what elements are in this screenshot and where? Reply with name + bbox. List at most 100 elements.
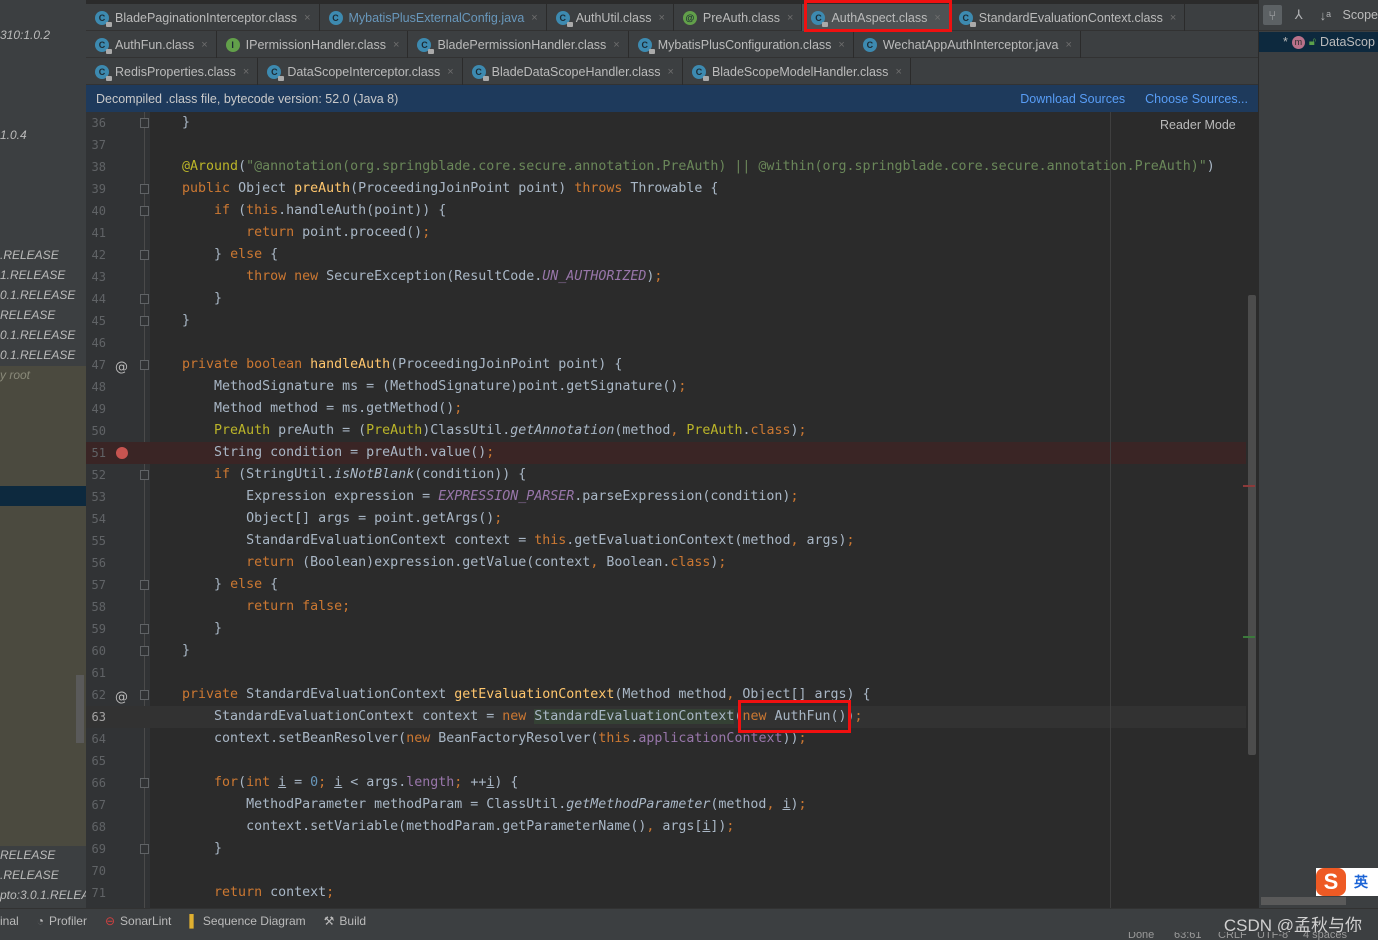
status-task[interactable]: Done: [1128, 932, 1154, 940]
line-number[interactable]: 67: [86, 794, 106, 816]
fold-marker-icon[interactable]: [140, 316, 149, 326]
line-number[interactable]: 62: [86, 684, 106, 706]
line-number[interactable]: 56: [86, 552, 106, 574]
fold-marker-icon[interactable]: [140, 294, 149, 304]
code-line[interactable]: 64 context.setBeanResolver(new BeanFacto…: [86, 728, 1246, 750]
close-icon[interactable]: ×: [393, 39, 399, 51]
close-icon[interactable]: ×: [668, 66, 674, 78]
line-number[interactable]: 44: [86, 288, 106, 310]
fold-marker-icon[interactable]: [140, 118, 149, 128]
line-number[interactable]: 43: [86, 266, 106, 288]
line-number[interactable]: 54: [86, 508, 106, 530]
fold-marker-icon[interactable]: [140, 690, 149, 700]
close-icon[interactable]: ×: [1170, 12, 1176, 24]
line-number[interactable]: 55: [86, 530, 106, 552]
line-number[interactable]: 45: [86, 310, 106, 332]
tree-item[interactable]: .RELEASE: [0, 245, 59, 265]
close-icon[interactable]: ×: [934, 12, 940, 24]
terminal-tool-button[interactable]: inal: [0, 914, 19, 928]
line-number[interactable]: 50: [86, 420, 106, 442]
close-icon[interactable]: ×: [243, 66, 249, 78]
code-line[interactable]: 63 StandardEvaluationContext context = n…: [86, 706, 1246, 728]
code-line[interactable]: 37: [86, 134, 1246, 156]
build-tool-button[interactable]: ⚒ Build: [324, 914, 366, 928]
file-encoding[interactable]: UTF-8: [1257, 932, 1288, 940]
tab-preauth-class[interactable]: @ PreAuth.class ×: [674, 4, 803, 31]
fold-marker-icon[interactable]: [140, 184, 149, 194]
editor-scrollbar[interactable]: [1248, 295, 1256, 755]
code-line[interactable]: 55 StandardEvaluationContext context = t…: [86, 530, 1246, 552]
code-line[interactable]: 36 }: [86, 112, 1246, 134]
code-line[interactable]: 44 }: [86, 288, 1246, 310]
code-line[interactable]: 67 MethodParameter methodParam = ClassUt…: [86, 794, 1246, 816]
close-icon[interactable]: ×: [787, 12, 793, 24]
fold-marker-icon[interactable]: [140, 360, 149, 370]
code-line[interactable]: 38 @Around("@annotation(org.springblade.…: [86, 156, 1246, 178]
line-number[interactable]: 68: [86, 816, 106, 838]
line-number[interactable]: 66: [86, 772, 106, 794]
code-line[interactable]: 60 }: [86, 640, 1246, 662]
line-number[interactable]: 58: [86, 596, 106, 618]
code-line[interactable]: 54 Object[] args = point.getArgs();: [86, 508, 1246, 530]
line-number[interactable]: 65: [86, 750, 106, 772]
line-number[interactable]: 60: [86, 640, 106, 662]
download-sources-link[interactable]: Download Sources: [1020, 92, 1125, 106]
line-number[interactable]: 47: [86, 354, 106, 376]
line-number[interactable]: 69: [86, 838, 106, 860]
code-editor[interactable]: 36 } 37 38 @Around("@annotation(org.spring…: [86, 112, 1258, 908]
close-icon[interactable]: ×: [531, 12, 537, 24]
ime-indicator[interactable]: S 英: [1316, 868, 1378, 896]
tree-item[interactable]: 0.1.RELEASE: [0, 285, 75, 305]
code-line[interactable]: 62 @ private StandardEvaluationContext ge…: [86, 684, 1246, 706]
fold-marker-icon[interactable]: [140, 624, 149, 634]
line-number[interactable]: 61: [86, 662, 106, 684]
code-line[interactable]: 41 return point.proceed();: [86, 222, 1246, 244]
code-line[interactable]: 68 context.setVariable(methodParam.getPa…: [86, 816, 1246, 838]
line-number[interactable]: 38: [86, 156, 106, 178]
fold-marker-icon[interactable]: [140, 206, 149, 216]
code-line[interactable]: 46: [86, 332, 1246, 354]
tree-selected-row[interactable]: [0, 486, 86, 506]
tree-item[interactable]: 0.1.RELEASE: [0, 345, 75, 365]
close-icon[interactable]: ×: [613, 39, 619, 51]
tab-mybatisplusconfiguration-class[interactable]: C MybatisPlusConfiguration.class ×: [629, 31, 854, 58]
line-separator[interactable]: CRLF: [1218, 932, 1247, 940]
tab-bladepermissionhandler-class[interactable]: C BladePermissionHandler.class ×: [408, 31, 629, 58]
code-line[interactable]: 49 Method method = ms.getMethod();: [86, 398, 1246, 420]
tab-datascopeinterceptor-class[interactable]: C DataScopeInterceptor.class ×: [258, 58, 463, 85]
tab-bladescopemodelhandler-class[interactable]: C BladeScopeModelHandler.class ×: [683, 58, 911, 85]
tree-item[interactable]: 0.1.RELEASE: [0, 325, 75, 345]
line-number[interactable]: 39: [86, 178, 106, 200]
profiler-tool-button[interactable]: ◔ Profiler: [37, 914, 87, 928]
error-stripe-marker[interactable]: [1243, 485, 1255, 487]
code-line[interactable]: 52 if (StringUtil.isNotBlank(condition))…: [86, 464, 1246, 486]
code-line[interactable]: 43 throw new SecureException(ResultCode.…: [86, 266, 1246, 288]
tab-authaspect-class[interactable]: C AuthAspect.class ×: [802, 4, 950, 31]
line-number[interactable]: 40: [86, 200, 106, 222]
line-number[interactable]: 46: [86, 332, 106, 354]
fold-marker-icon[interactable]: [140, 646, 149, 656]
breakpoint-icon[interactable]: [116, 447, 128, 459]
show-inherited-icon[interactable]: ⑂: [1263, 5, 1282, 25]
code-line[interactable]: 48 MethodSignature ms = (MethodSignature…: [86, 376, 1246, 398]
line-number[interactable]: 71: [86, 882, 106, 904]
tree-item[interactable]: RELEASE: [0, 845, 55, 865]
line-number[interactable]: 57: [86, 574, 106, 596]
line-number[interactable]: 37: [86, 134, 106, 156]
tree-item[interactable]: pto:3.0.1.RELEA: [0, 885, 86, 905]
line-number[interactable]: 59: [86, 618, 106, 640]
code-line[interactable]: 45 }: [86, 310, 1246, 332]
fold-marker-icon[interactable]: [140, 778, 149, 788]
fold-marker-icon[interactable]: [140, 250, 149, 260]
code-line[interactable]: 42 } else {: [86, 244, 1246, 266]
code-line[interactable]: 66 for(int i = 0; i < args.length; ++i) …: [86, 772, 1246, 794]
close-icon[interactable]: ×: [1065, 39, 1071, 51]
code-line[interactable]: 58 return false;: [86, 596, 1246, 618]
close-icon[interactable]: ×: [838, 39, 844, 51]
line-number[interactable]: 51: [86, 442, 106, 464]
fold-marker-icon[interactable]: [140, 580, 149, 590]
line-number[interactable]: 42: [86, 244, 106, 266]
tab-authutil-class[interactable]: C AuthUtil.class ×: [547, 4, 674, 31]
line-number[interactable]: 41: [86, 222, 106, 244]
sonarlint-tool-button[interactable]: ⊖ SonarLint: [105, 914, 171, 928]
